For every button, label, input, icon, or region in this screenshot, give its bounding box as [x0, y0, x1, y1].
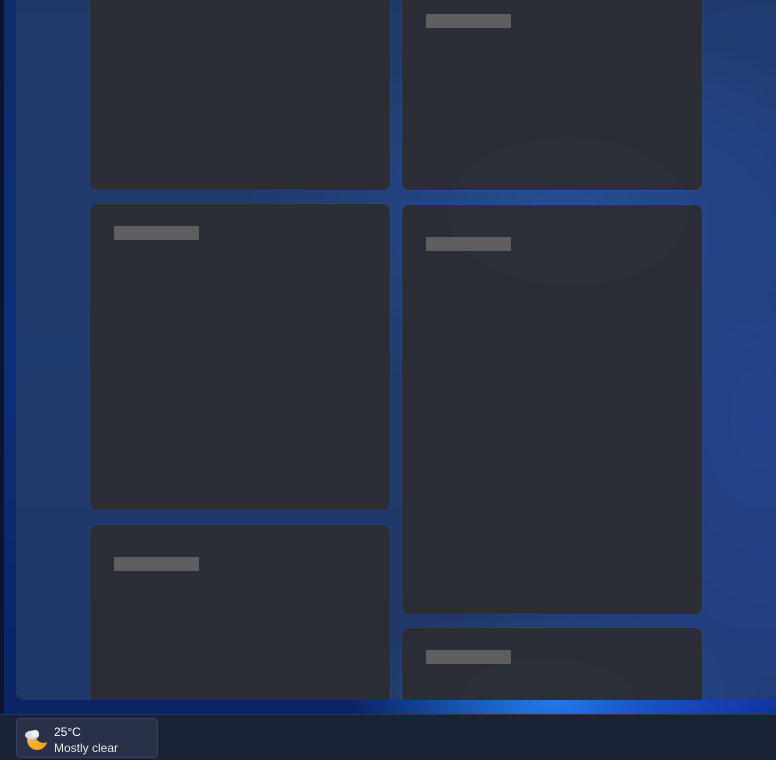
weather-condition: Mostly clear [54, 741, 119, 755]
widget-title-placeholder [426, 14, 511, 28]
weather-widget-button[interactable]: 25°C Mostly clear [16, 718, 158, 758]
weather-temperature: 25°C [54, 725, 81, 739]
widget-card-4[interactable] [402, 205, 702, 614]
taskbar: 25°C Mostly clear [0, 714, 776, 760]
widgets-panel [16, 0, 776, 700]
widget-title-placeholder [114, 226, 199, 240]
widget-title-placeholder [426, 237, 511, 251]
widget-card-2[interactable] [402, 0, 702, 190]
widget-card-1[interactable] [90, 0, 390, 190]
widget-card-5[interactable] [90, 525, 390, 700]
widget-card-6[interactable] [402, 628, 702, 700]
screen-edge [0, 0, 4, 714]
widget-title-placeholder [426, 650, 511, 664]
widget-card-3[interactable] [90, 204, 390, 510]
widget-title-placeholder [114, 557, 199, 571]
moon-cloud-icon [23, 726, 49, 752]
